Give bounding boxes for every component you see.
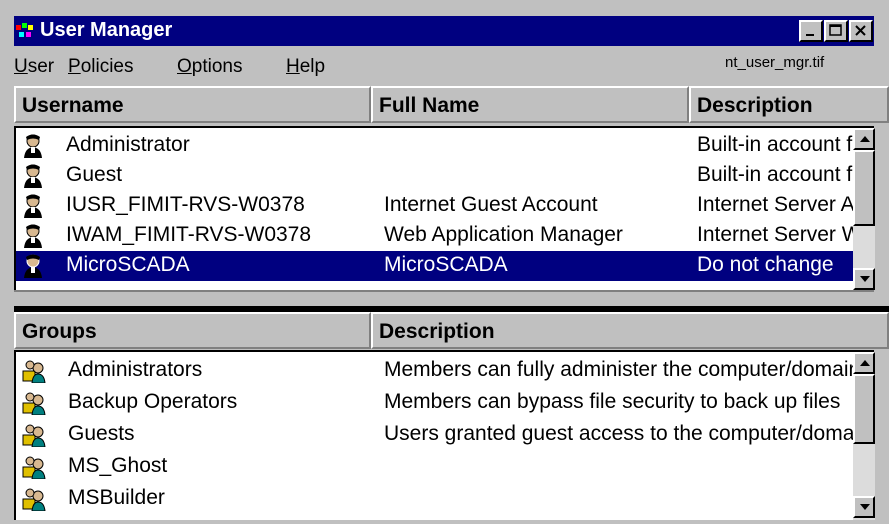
close-icon [855,25,866,36]
group-icon [22,488,46,511]
menu-policies-mnemonic: P [68,56,81,77]
groups-list[interactable]: Administrators Members can fully adminis… [14,350,874,520]
user-row-username: Guest [66,163,123,186]
group-row-administrators[interactable]: Administrators Members can fully adminis… [16,356,861,386]
user-row-iwam[interactable]: IWAM_FIMIT-RVS-W0378 Web Application Man… [16,221,861,251]
menu-user[interactable]: User [14,56,54,78]
menu-user-mnemonic: U [14,56,28,77]
group-icon [22,424,46,447]
user-manager-app-icon [16,23,33,37]
arrow-up-icon [860,360,870,366]
column-header-full-name[interactable]: Full Name [371,86,689,123]
minimize-icon [806,34,814,36]
menu-user-label: ser [27,56,55,77]
group-row-description: Members can fully administer the compute… [384,358,855,381]
user-row-username: IUSR_FIMIT-RVS-W0378 [66,193,305,216]
groups-scroll-up-button[interactable] [853,352,875,374]
groups-scroll-thumb[interactable] [853,374,875,444]
column-header-description[interactable]: Description [689,86,889,123]
group-icon [22,392,46,415]
group-row-guests[interactable]: Guests Users granted guest access to the… [16,420,861,450]
maximize-button[interactable] [824,20,848,42]
users-scroll-thumb[interactable] [853,150,875,226]
group-row-msbuilder[interactable]: MSBuilder [16,484,861,514]
user-row-description: Built-in account for guest access to the… [697,163,855,186]
group-icon [22,456,46,479]
group-row-description: Users granted guest access to the comput… [384,422,855,445]
group-row-ms-ghost[interactable]: MS_Ghost [16,452,861,482]
user-row-description: Do not change [697,253,834,276]
user-icon [24,164,42,188]
user-row-description: Built-in account for administering the c… [697,133,855,156]
groups-column-header: Groups Description [14,312,889,349]
users-scrollbar[interactable] [853,128,875,290]
users-pane-bottom-strip [14,290,874,306]
user-icon [24,194,42,218]
user-row-administrator[interactable]: Administrator Built-in account for admin… [16,131,861,161]
users-column-header: Username Full Name Description [14,86,889,123]
user-row-description: Internet Server Anonymous Access [697,193,855,216]
user-row-username: Administrator [66,133,190,156]
column-header-group-description[interactable]: Description [371,312,889,349]
user-row-description: Internet Server Web Application Manager … [697,223,855,246]
menu-help-mnemonic: H [286,56,300,77]
file-name-caption: nt_user_mgr.tif [725,54,825,71]
menu-bar: User Policies Options Help nt_user_mgr.t… [14,50,889,84]
group-row-name: Administrators [68,358,203,381]
user-row-username: MicroSCADA [66,253,190,276]
minimize-button[interactable] [799,20,823,42]
close-button[interactable] [849,20,873,42]
users-scroll-down-button[interactable] [853,268,875,290]
title-bar[interactable]: User Manager [14,16,874,46]
maximize-icon [829,24,842,36]
group-row-description: Members can bypass file security to back… [384,390,841,413]
column-header-username[interactable]: Username [14,86,371,123]
group-row-name: MS_Ghost [68,454,168,477]
user-row-username: IWAM_FIMIT-RVS-W0378 [66,223,312,246]
group-row-name: Backup Operators [68,390,238,413]
menu-help-label: elp [299,56,326,77]
menu-options-mnemonic: O [177,56,192,77]
arrow-down-icon [860,276,870,282]
window-title: User Manager [40,19,173,41]
user-icon [24,134,42,158]
users-list[interactable]: Administrator Built-in account for admin… [14,126,874,291]
menu-policies[interactable]: Policies [68,56,134,78]
user-icon [24,254,42,278]
menu-options-label: ptions [191,56,243,77]
menu-policies-label: olicies [80,56,134,77]
groups-scroll-down-button[interactable] [853,496,875,518]
user-icon [24,224,42,248]
arrow-up-icon [860,136,870,142]
menu-help[interactable]: Help [286,56,325,78]
group-row-name: Guests [68,422,135,445]
column-header-groups[interactable]: Groups [14,312,371,349]
user-manager-window: User Manager User Policies Options Help … [0,0,889,524]
user-row-microscada[interactable]: MicroSCADA MicroSCADA Do not change [16,251,861,281]
group-row-backup-operators[interactable]: Backup Operators Members can bypass file… [16,388,861,418]
user-row-guest[interactable]: Guest Built-in account for guest access … [16,161,861,191]
user-row-full-name: Web Application Manager [384,223,623,246]
groups-scrollbar[interactable] [853,352,875,520]
user-row-full-name: MicroSCADA [384,253,508,276]
group-row-name: MSBuilder [68,486,165,509]
arrow-down-icon [860,504,870,510]
group-icon [22,360,46,383]
menu-options[interactable]: Options [177,56,242,78]
users-scroll-up-button[interactable] [853,128,875,150]
user-row-iusr[interactable]: IUSR_FIMIT-RVS-W0378 Internet Guest Acco… [16,191,861,221]
user-row-full-name: Internet Guest Account [384,193,598,216]
